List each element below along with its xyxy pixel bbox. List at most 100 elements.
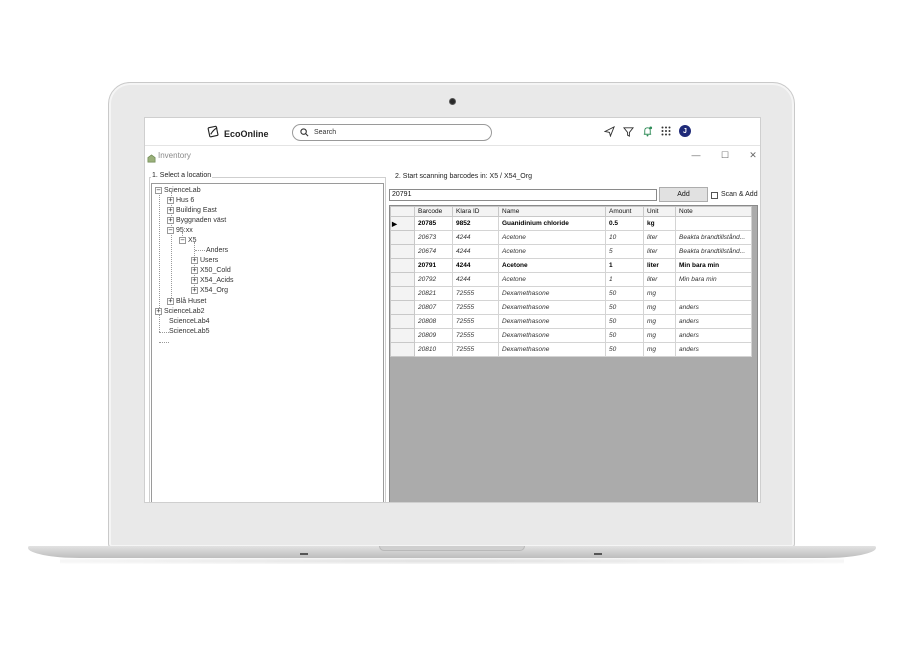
column-header[interactable]: Note <box>675 206 752 217</box>
table-cell[interactable]: 20673 <box>414 230 453 245</box>
expand-toggle[interactable]: + <box>167 206 174 214</box>
table-cell[interactable]: 72555 <box>452 300 499 315</box>
table-cell[interactable]: liter <box>643 244 676 259</box>
tree-node-sciencelab2[interactable]: + ScienceLab2 <box>155 306 204 316</box>
tree-node-x5[interactable]: − X5 <box>179 235 197 245</box>
expand-toggle[interactable]: + <box>191 266 198 274</box>
table-cell[interactable]: mg <box>643 286 676 301</box>
expand-toggle[interactable]: + <box>155 307 162 315</box>
table-cell[interactable]: 50 <box>605 328 644 343</box>
tree-node-sciencelab[interactable]: − ScienceLab <box>155 185 201 195</box>
table-cell[interactable]: 0.5 <box>605 216 644 231</box>
table-cell[interactable]: Acetone <box>498 258 606 273</box>
row-selector-icon[interactable] <box>390 244 415 259</box>
table-cell[interactable]: 72555 <box>452 328 499 343</box>
tree-node-95xx[interactable]: − 95:xx <box>167 225 193 235</box>
table-row[interactable]: ▶ 20785 9852 Guanidinium chloride 0.5 kg <box>390 216 752 231</box>
table-cell[interactable]: Acetone <box>498 244 606 259</box>
collapse-toggle[interactable]: − <box>179 236 186 244</box>
table-row[interactable]: 20674 4244 Acetone 5 liter Beakta brandtillst… <box>390 244 752 259</box>
expand-toggle[interactable]: + <box>191 276 198 284</box>
table-cell[interactable]: anders <box>675 342 752 357</box>
table-cell[interactable]: 20809 <box>414 328 453 343</box>
column-header[interactable]: Amount <box>605 206 644 217</box>
table-cell[interactable]: 4244 <box>452 230 499 245</box>
table-cell[interactable]: 20791 <box>414 258 453 273</box>
tree-node-x54-acids[interactable]: + X54_Acids <box>191 275 233 285</box>
location-tree[interactable]: − ScienceLab + Hus 6 + Building East + B… <box>151 183 384 502</box>
table-cell[interactable]: 5 <box>605 244 644 259</box>
avatar[interactable]: J <box>679 125 691 137</box>
column-header[interactable]: Name <box>498 206 606 217</box>
column-header[interactable]: Unit <box>643 206 676 217</box>
table-cell[interactable]: 4244 <box>452 272 499 287</box>
table-cell[interactable] <box>675 286 752 301</box>
table-cell[interactable]: anders <box>675 328 752 343</box>
expand-toggle[interactable]: + <box>167 196 174 204</box>
table-cell[interactable]: liter <box>643 272 676 287</box>
table-cell[interactable]: 50 <box>605 286 644 301</box>
bell-icon[interactable] <box>641 125 653 137</box>
table-cell[interactable]: Acetone <box>498 272 606 287</box>
minimize-button[interactable]: — <box>689 148 703 162</box>
row-selector-icon[interactable] <box>390 342 415 357</box>
table-cell[interactable]: 20792 <box>414 272 453 287</box>
table-cell[interactable]: 4244 <box>452 258 499 273</box>
table-cell[interactable]: anders <box>675 300 752 315</box>
search-input[interactable]: Search <box>292 124 492 141</box>
table-row[interactable]: 20809 72555 Dexamethasone 50 mg anders <box>390 328 752 343</box>
filter-icon[interactable] <box>622 125 634 137</box>
maximize-button[interactable]: ☐ <box>718 148 732 162</box>
add-button[interactable]: Add <box>659 187 708 202</box>
table-cell[interactable]: 50 <box>605 300 644 315</box>
table-cell[interactable]: Min bara min <box>675 272 752 287</box>
table-cell[interactable]: 20785 <box>414 216 453 231</box>
row-selector-icon[interactable] <box>390 258 415 273</box>
row-selector-icon[interactable] <box>390 314 415 329</box>
table-cell[interactable]: 20674 <box>414 244 453 259</box>
table-cell[interactable]: Min bara min <box>675 258 752 273</box>
expand-toggle[interactable]: + <box>167 216 174 224</box>
tree-node-x54-org[interactable]: + X54_Org <box>191 285 228 295</box>
table-cell[interactable]: 20808 <box>414 314 453 329</box>
table-row[interactable]: 20808 72555 Dexamethasone 50 mg anders <box>390 314 752 329</box>
table-cell[interactable]: Acetone <box>498 230 606 245</box>
tree-node-x50-cold[interactable]: + X50_Cold <box>191 265 231 275</box>
row-selector-icon[interactable] <box>390 328 415 343</box>
table-cell[interactable]: 50 <box>605 314 644 329</box>
inventory-grid[interactable]: Barcode Klara ID Name Amount Unit Note ▶… <box>389 205 758 502</box>
table-cell[interactable]: mg <box>643 314 676 329</box>
tree-node-anders[interactable]: Anders <box>206 245 228 255</box>
table-cell[interactable]: Beakta brandtillstånd... <box>675 244 752 259</box>
tree-node-building-east[interactable]: + Building East <box>167 205 217 215</box>
tree-node-users[interactable]: + Users <box>191 255 218 265</box>
collapse-toggle[interactable]: − <box>167 226 174 234</box>
table-cell[interactable]: 72555 <box>452 314 499 329</box>
table-row[interactable]: 20810 72555 Dexamethasone 50 mg anders <box>390 342 752 357</box>
table-cell[interactable]: mg <box>643 342 676 357</box>
table-cell[interactable]: 20807 <box>414 300 453 315</box>
column-header[interactable]: Klara ID <box>452 206 499 217</box>
table-row[interactable]: 20791 4244 Acetone 1 liter Min bara min <box>390 258 752 273</box>
table-cell[interactable]: 4244 <box>452 244 499 259</box>
table-cell[interactable]: mg <box>643 328 676 343</box>
collapse-toggle[interactable]: − <box>155 186 162 194</box>
table-cell[interactable]: Beakta brandtillstånd... <box>675 230 752 245</box>
table-cell[interactable]: 20810 <box>414 342 453 357</box>
table-cell[interactable] <box>675 216 752 231</box>
table-cell[interactable]: Dexamethasone <box>498 286 606 301</box>
table-row[interactable]: 20673 4244 Acetone 10 liter Beakta brandtills… <box>390 230 752 245</box>
table-row[interactable]: 20821 72555 Dexamethasone 50 mg <box>390 286 752 301</box>
row-selector-icon[interactable] <box>390 230 415 245</box>
table-cell[interactable]: Dexamethasone <box>498 342 606 357</box>
expand-toggle[interactable]: + <box>191 256 198 264</box>
table-cell[interactable]: mg <box>643 300 676 315</box>
table-cell[interactable]: kg <box>643 216 676 231</box>
table-cell[interactable]: liter <box>643 230 676 245</box>
table-cell[interactable]: 20821 <box>414 286 453 301</box>
table-cell[interactable]: 72555 <box>452 286 499 301</box>
table-cell[interactable]: anders <box>675 314 752 329</box>
table-cell[interactable]: liter <box>643 258 676 273</box>
send-icon[interactable] <box>603 125 615 137</box>
table-cell[interactable]: 1 <box>605 258 644 273</box>
